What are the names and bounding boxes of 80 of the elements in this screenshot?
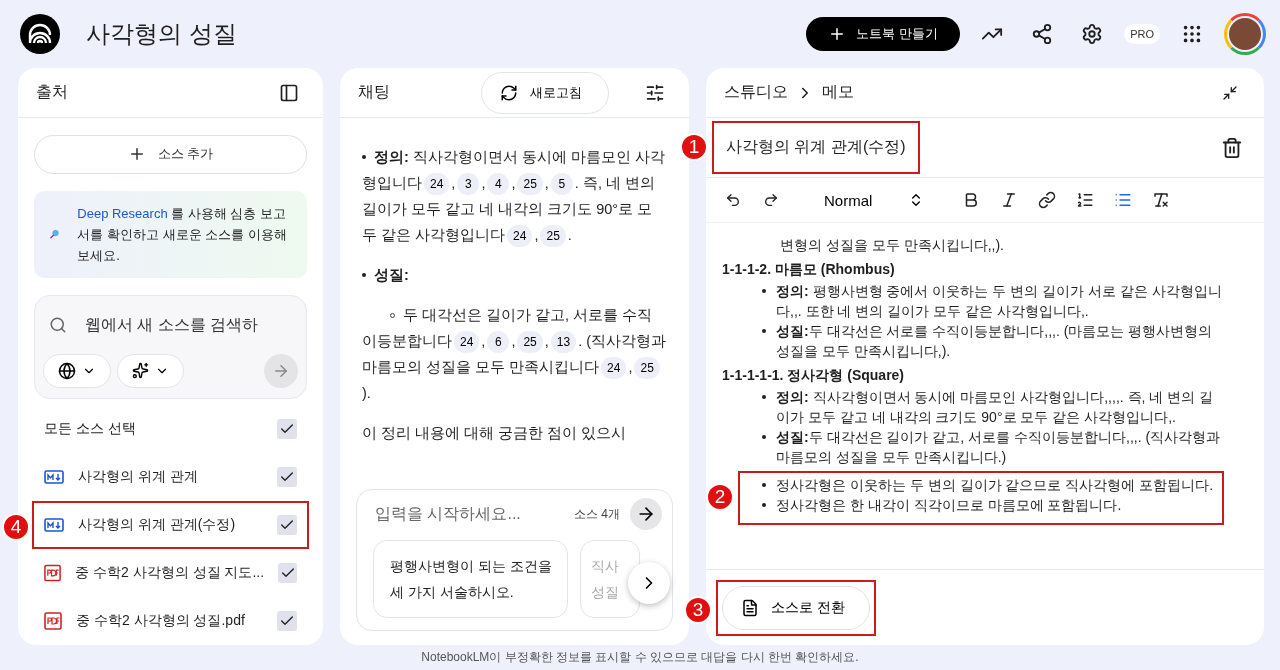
convert-to-source-button[interactable]: 소스로 전환 bbox=[722, 585, 870, 630]
citation-chip[interactable]: 24 bbox=[454, 331, 480, 353]
note-text: 성질:두 대각선은 서로를 수직이등분합니다,,,. (마름모는 평행사변형의 성질을 모두 만족시킵니다,). bbox=[776, 322, 1214, 361]
source-name[interactable]: 중 수학2 사각형의 성질 지도... bbox=[75, 563, 265, 582]
note-title[interactable]: 사각형의 위계 관계(수정) bbox=[726, 138, 906, 155]
create-notebook-button[interactable]: 노트북 만들기 bbox=[806, 17, 961, 51]
citation-chip[interactable]: 24 bbox=[507, 225, 533, 247]
add-source-button[interactable]: 소스 추가 bbox=[34, 135, 307, 174]
pdf-file-icon bbox=[44, 612, 62, 630]
source-name[interactable]: 사각형의 위계 관계 bbox=[78, 467, 263, 486]
web-source-dropdown[interactable] bbox=[43, 353, 111, 388]
citation-chip[interactable]: 25 bbox=[540, 225, 566, 247]
globe-icon bbox=[58, 361, 76, 380]
citation-chip[interactable]: 5 bbox=[550, 173, 573, 195]
note-text: 정의: 평행사변형 중에서 이웃하는 두 변의 길이가 서로 같은 사각형입니다,,. 또한 네 변의 길이가 모두 같은 사각형입니다,. bbox=[776, 282, 1223, 321]
citation-chip[interactable]: 25 bbox=[517, 173, 543, 195]
note-text: 성질:두 대각선은 길이가 같고, 서로를 수직이등분합니다,,,. (직사각형과 마름모의 성질을 모두 만족시킵니다.) bbox=[776, 428, 1222, 467]
chat-paragraph: 이 정리 내용에 대해 궁금한 점이 있으시 bbox=[362, 424, 628, 443]
research-mode-dropdown[interactable] bbox=[117, 353, 184, 388]
disclaimer-text: NotebookLM이 부정확한 정보를 표시할 수 있으므로 대답을 다시 한번 확인하세요. bbox=[420, 649, 860, 666]
citation-chip[interactable]: 24 bbox=[601, 357, 627, 379]
bullet-dot bbox=[762, 435, 766, 439]
deep-research-text: Deep Research 를 사용해 심층 보고서를 확인하고 새로운 소스를 이용해 보세요. bbox=[77, 204, 288, 265]
callout-badge: 2 bbox=[706, 483, 734, 511]
document-icon bbox=[741, 598, 759, 617]
bullet-dot bbox=[762, 503, 766, 507]
pdf-file-icon bbox=[44, 563, 62, 582]
breadcrumb-link[interactable]: 스튜디오 bbox=[724, 82, 788, 103]
citation-chip[interactable]: 25 bbox=[517, 331, 543, 353]
sparkle-icon bbox=[132, 362, 149, 380]
refresh-button[interactable]: 새로고침 bbox=[481, 71, 609, 114]
bullet-dot bbox=[762, 483, 766, 487]
panel-title: 출처 bbox=[36, 82, 69, 102]
citation-chip[interactable]: 3 bbox=[457, 173, 480, 195]
account-avatar[interactable] bbox=[1224, 13, 1266, 55]
chat-paragraph: 두 대각선은 길이가 같고, 서로를 수직이등분합니다 24 , 6 , 25 , 13 . (직사각형과 마름모의 성질을 모두 만족시킵니다 24 , 25 ). bbox=[362, 306, 667, 403]
callout-badge: 4 bbox=[2, 512, 30, 541]
bullet-dot bbox=[762, 395, 766, 399]
note-heading: 1-1-1-1-1. 정사각형 (Square) bbox=[722, 366, 906, 385]
panel-title: 채팅 bbox=[358, 82, 391, 102]
note-text: 변형의 성질을 모두 만족시킵니다,,). bbox=[779, 236, 1005, 255]
note-heading: 1-1-1-2. 마름모 (Rhombus) bbox=[722, 260, 896, 279]
app-logo[interactable] bbox=[20, 14, 60, 54]
note-text: 정사각형은 이웃하는 두 변의 길이가 같으므로 직사각형에 포함됩니다. bbox=[776, 476, 1214, 495]
source-name[interactable]: 중 수학2 사각형의 성질.pdf bbox=[76, 612, 263, 630]
suggestion-chip[interactable]: 평행사변형이 되는 조건을 세 가지 서술하시오. bbox=[373, 540, 568, 618]
bullet-dot bbox=[762, 289, 766, 293]
source-checkbox[interactable] bbox=[277, 611, 297, 631]
send-button[interactable] bbox=[630, 498, 662, 530]
note-text: 정의: 직사각형이면서 동시에 마름모인 사각형입니다,,,,. 즉, 네 변의 길이가 모두 같고 네 내각의 크기도 90°로 모두 같은 사각형입니다,. bbox=[776, 388, 1215, 427]
citation-chip[interactable]: 24 bbox=[424, 173, 450, 195]
callout-badge: 1 bbox=[680, 133, 708, 161]
source-checkbox[interactable] bbox=[277, 466, 297, 487]
bullet-dot bbox=[762, 329, 766, 333]
source-checkbox[interactable] bbox=[277, 514, 297, 535]
notebook-title: 사각형의 성질 bbox=[86, 19, 238, 49]
select-all-label: 모든 소스 선택 bbox=[44, 419, 137, 438]
refresh-icon bbox=[500, 83, 518, 102]
chat-paragraph: 성질: bbox=[362, 262, 667, 288]
citation-chip[interactable]: 13 bbox=[550, 331, 577, 353]
search-icon bbox=[49, 315, 67, 334]
source-checkbox[interactable] bbox=[278, 562, 297, 583]
source-name[interactable]: 사각형의 위계 관계(수정) bbox=[78, 515, 263, 534]
select-all-checkbox[interactable] bbox=[277, 418, 297, 439]
markdown-file-icon bbox=[44, 469, 64, 484]
citation-chip[interactable]: 25 bbox=[634, 357, 660, 379]
citation-chip[interactable]: 6 bbox=[487, 331, 510, 353]
web-search-field[interactable]: 웹에서 새 소스를 검색하 bbox=[83, 314, 292, 335]
callout-badge: 3 bbox=[684, 595, 712, 624]
source-count: 소스 4개 bbox=[574, 505, 620, 523]
markdown-file-icon bbox=[44, 517, 64, 532]
chat-paragraph: 정의: 직사각형이면서 동시에 마름모인 사각형입니다 24 , 3 , 4 , 25 , 5 . 즉, 네 변의 길이가 모두 같고 네 내각의 크기도 90°로 모두 같은 사각형입니다 24 , 25 . bbox=[362, 144, 667, 248]
format-dropdown[interactable]: Normal bbox=[818, 190, 931, 210]
bullet-dot bbox=[362, 273, 366, 278]
bullet-dot bbox=[362, 155, 366, 160]
citation-chip[interactable]: 4 bbox=[487, 173, 510, 195]
deep-research-link[interactable]: Deep Research bbox=[77, 205, 168, 221]
note-text: 정사각형은 한 내각이 직각이므로 마름모에 포함됩니다. bbox=[776, 496, 1122, 515]
breadcrumb-current: 메모 bbox=[822, 82, 855, 102]
pro-badge: PRO bbox=[1124, 24, 1160, 44]
